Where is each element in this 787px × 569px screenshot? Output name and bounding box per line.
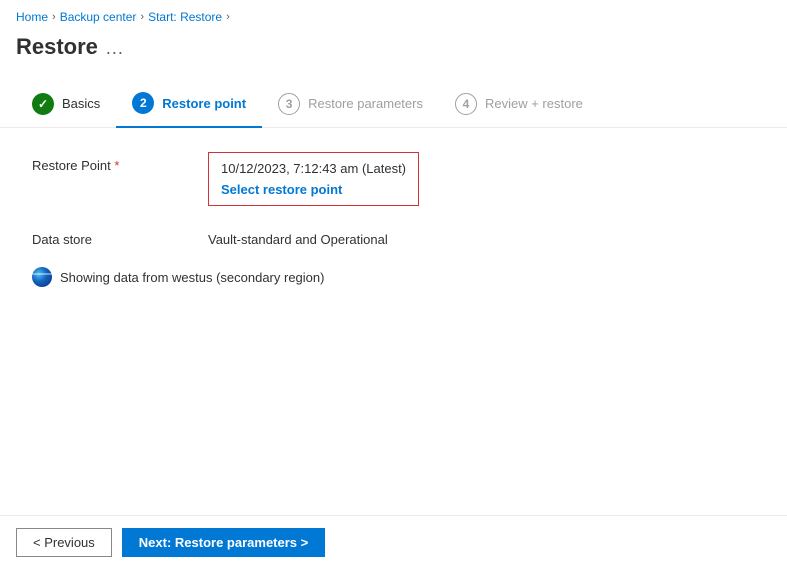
next-button[interactable]: Next: Restore parameters > [122, 528, 325, 557]
data-store-label: Data store [32, 226, 192, 247]
breadcrumb-home[interactable]: Home [16, 10, 48, 24]
step-restore-point-label: Restore point [162, 96, 246, 111]
info-text: Showing data from westus (secondary regi… [60, 270, 324, 285]
globe-icon [32, 267, 52, 287]
steps-bar: ✓ Basics 2 Restore point 3 Restore param… [0, 76, 787, 128]
restore-point-box: 10/12/2023, 7:12:43 am (Latest) Select r… [208, 152, 419, 206]
restore-point-value: 10/12/2023, 7:12:43 am (Latest) [221, 161, 406, 176]
step-restore-parameters-label: Restore parameters [308, 96, 423, 111]
step-restore-parameters-circle: 3 [278, 93, 300, 115]
step-basics[interactable]: ✓ Basics [16, 85, 116, 127]
restore-point-label: Restore Point * [32, 152, 192, 173]
step-restore-point[interactable]: 2 Restore point [116, 84, 262, 128]
main-content: Restore Point * 10/12/2023, 7:12:43 am (… [0, 128, 787, 311]
restore-point-row: Restore Point * 10/12/2023, 7:12:43 am (… [32, 152, 755, 206]
step-review-restore[interactable]: 4 Review + restore [439, 85, 599, 127]
data-store-value: Vault-standard and Operational [208, 226, 755, 247]
restore-point-input-area: 10/12/2023, 7:12:43 am (Latest) Select r… [208, 152, 419, 206]
page-title: Restore [16, 34, 98, 60]
breadcrumb-start-restore[interactable]: Start: Restore [148, 10, 222, 24]
breadcrumb-sep-1: › [52, 11, 56, 23]
info-row: Showing data from westus (secondary regi… [32, 267, 755, 287]
step-basics-label: Basics [62, 96, 100, 111]
page-title-row: Restore ... [0, 30, 787, 76]
select-restore-point-link[interactable]: Select restore point [221, 182, 342, 197]
step-restore-point-circle: 2 [132, 92, 154, 114]
breadcrumb-sep-2: › [140, 11, 144, 23]
breadcrumb: Home › Backup center › Start: Restore › [0, 0, 787, 30]
required-asterisk: * [111, 158, 120, 173]
step-review-restore-circle: 4 [455, 93, 477, 115]
step-restore-parameters[interactable]: 3 Restore parameters [262, 85, 439, 127]
footer: < Previous Next: Restore parameters > [0, 515, 787, 569]
step-basics-circle: ✓ [32, 93, 54, 115]
breadcrumb-sep-3: › [226, 11, 230, 23]
previous-button[interactable]: < Previous [16, 528, 112, 557]
breadcrumb-backup-center[interactable]: Backup center [60, 10, 137, 24]
data-store-row: Data store Vault-standard and Operationa… [32, 226, 755, 247]
step-review-restore-label: Review + restore [485, 96, 583, 111]
ellipsis-menu-button[interactable]: ... [106, 38, 124, 59]
